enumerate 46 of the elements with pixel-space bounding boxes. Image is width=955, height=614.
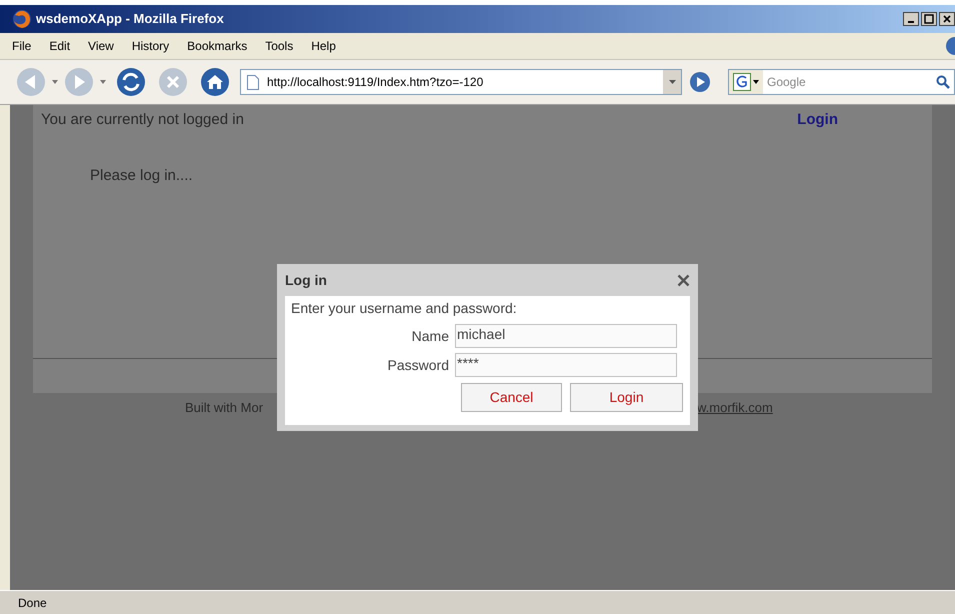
message-text: Please log in.... bbox=[90, 166, 194, 186]
search-engine-button[interactable] bbox=[729, 70, 763, 94]
menu-item[interactable]: File bbox=[12, 37, 32, 55]
field-label: Name bbox=[410, 326, 450, 346]
dialog-button[interactable]: Cancel bbox=[461, 383, 562, 412]
minimize-button[interactable] bbox=[903, 12, 919, 26]
close-icon[interactable] bbox=[677, 274, 690, 286]
login-link[interactable]: Login bbox=[797, 109, 838, 132]
menu-item[interactable]: Tools bbox=[265, 37, 294, 55]
page-icon bbox=[247, 74, 259, 90]
caret-icon bbox=[668, 80, 676, 84]
input-field[interactable]: **** bbox=[455, 353, 677, 377]
input-field[interactable]: michael bbox=[455, 324, 677, 348]
dialog-title: Log in bbox=[285, 270, 327, 290]
firefox-logo-icon bbox=[12, 9, 32, 29]
footer-text: Built with Mor bbox=[185, 399, 264, 417]
history-dropdown-button[interactable] bbox=[663, 70, 681, 94]
menu-item[interactable]: Edit bbox=[49, 37, 70, 55]
minimize-icon bbox=[908, 21, 914, 23]
menu-item[interactable]: Help bbox=[311, 37, 336, 55]
caret-icon bbox=[753, 80, 759, 84]
close-button[interactable] bbox=[939, 12, 955, 26]
search-field[interactable]: Google bbox=[728, 69, 955, 95]
go-icon[interactable] bbox=[688, 70, 712, 94]
maximize-icon bbox=[924, 14, 934, 24]
menu-item[interactable]: View bbox=[88, 37, 114, 55]
address-field[interactable]: http://localhost:9119/Index.htm?tzo=-120 bbox=[240, 69, 682, 95]
url-text: http://localhost:9119/Index.htm?tzo=-120 bbox=[267, 74, 484, 91]
login-status-text: You are currently not logged in bbox=[41, 110, 244, 130]
field-label: Password bbox=[386, 356, 450, 374]
caret-icon[interactable] bbox=[52, 80, 58, 84]
reload-icon[interactable] bbox=[116, 67, 146, 97]
caret-icon[interactable] bbox=[100, 80, 106, 84]
close-icon bbox=[942, 14, 952, 24]
search-placeholder: Google bbox=[767, 74, 806, 91]
window-title: wsdemoXApp - Mozilla Firefox bbox=[36, 10, 224, 28]
home-icon[interactable] bbox=[200, 67, 230, 97]
status-text: Done bbox=[18, 594, 47, 612]
menu-item[interactable]: Bookmarks bbox=[187, 37, 248, 55]
dialog-button[interactable]: Login bbox=[570, 383, 683, 412]
dialog-prompt: Enter your username and password: bbox=[291, 299, 518, 318]
maximize-button[interactable] bbox=[921, 12, 937, 26]
google-logo-icon bbox=[733, 73, 751, 91]
menu-item[interactable]: History bbox=[132, 37, 170, 55]
search-icon[interactable] bbox=[936, 75, 950, 89]
throbber-icon bbox=[946, 37, 955, 55]
